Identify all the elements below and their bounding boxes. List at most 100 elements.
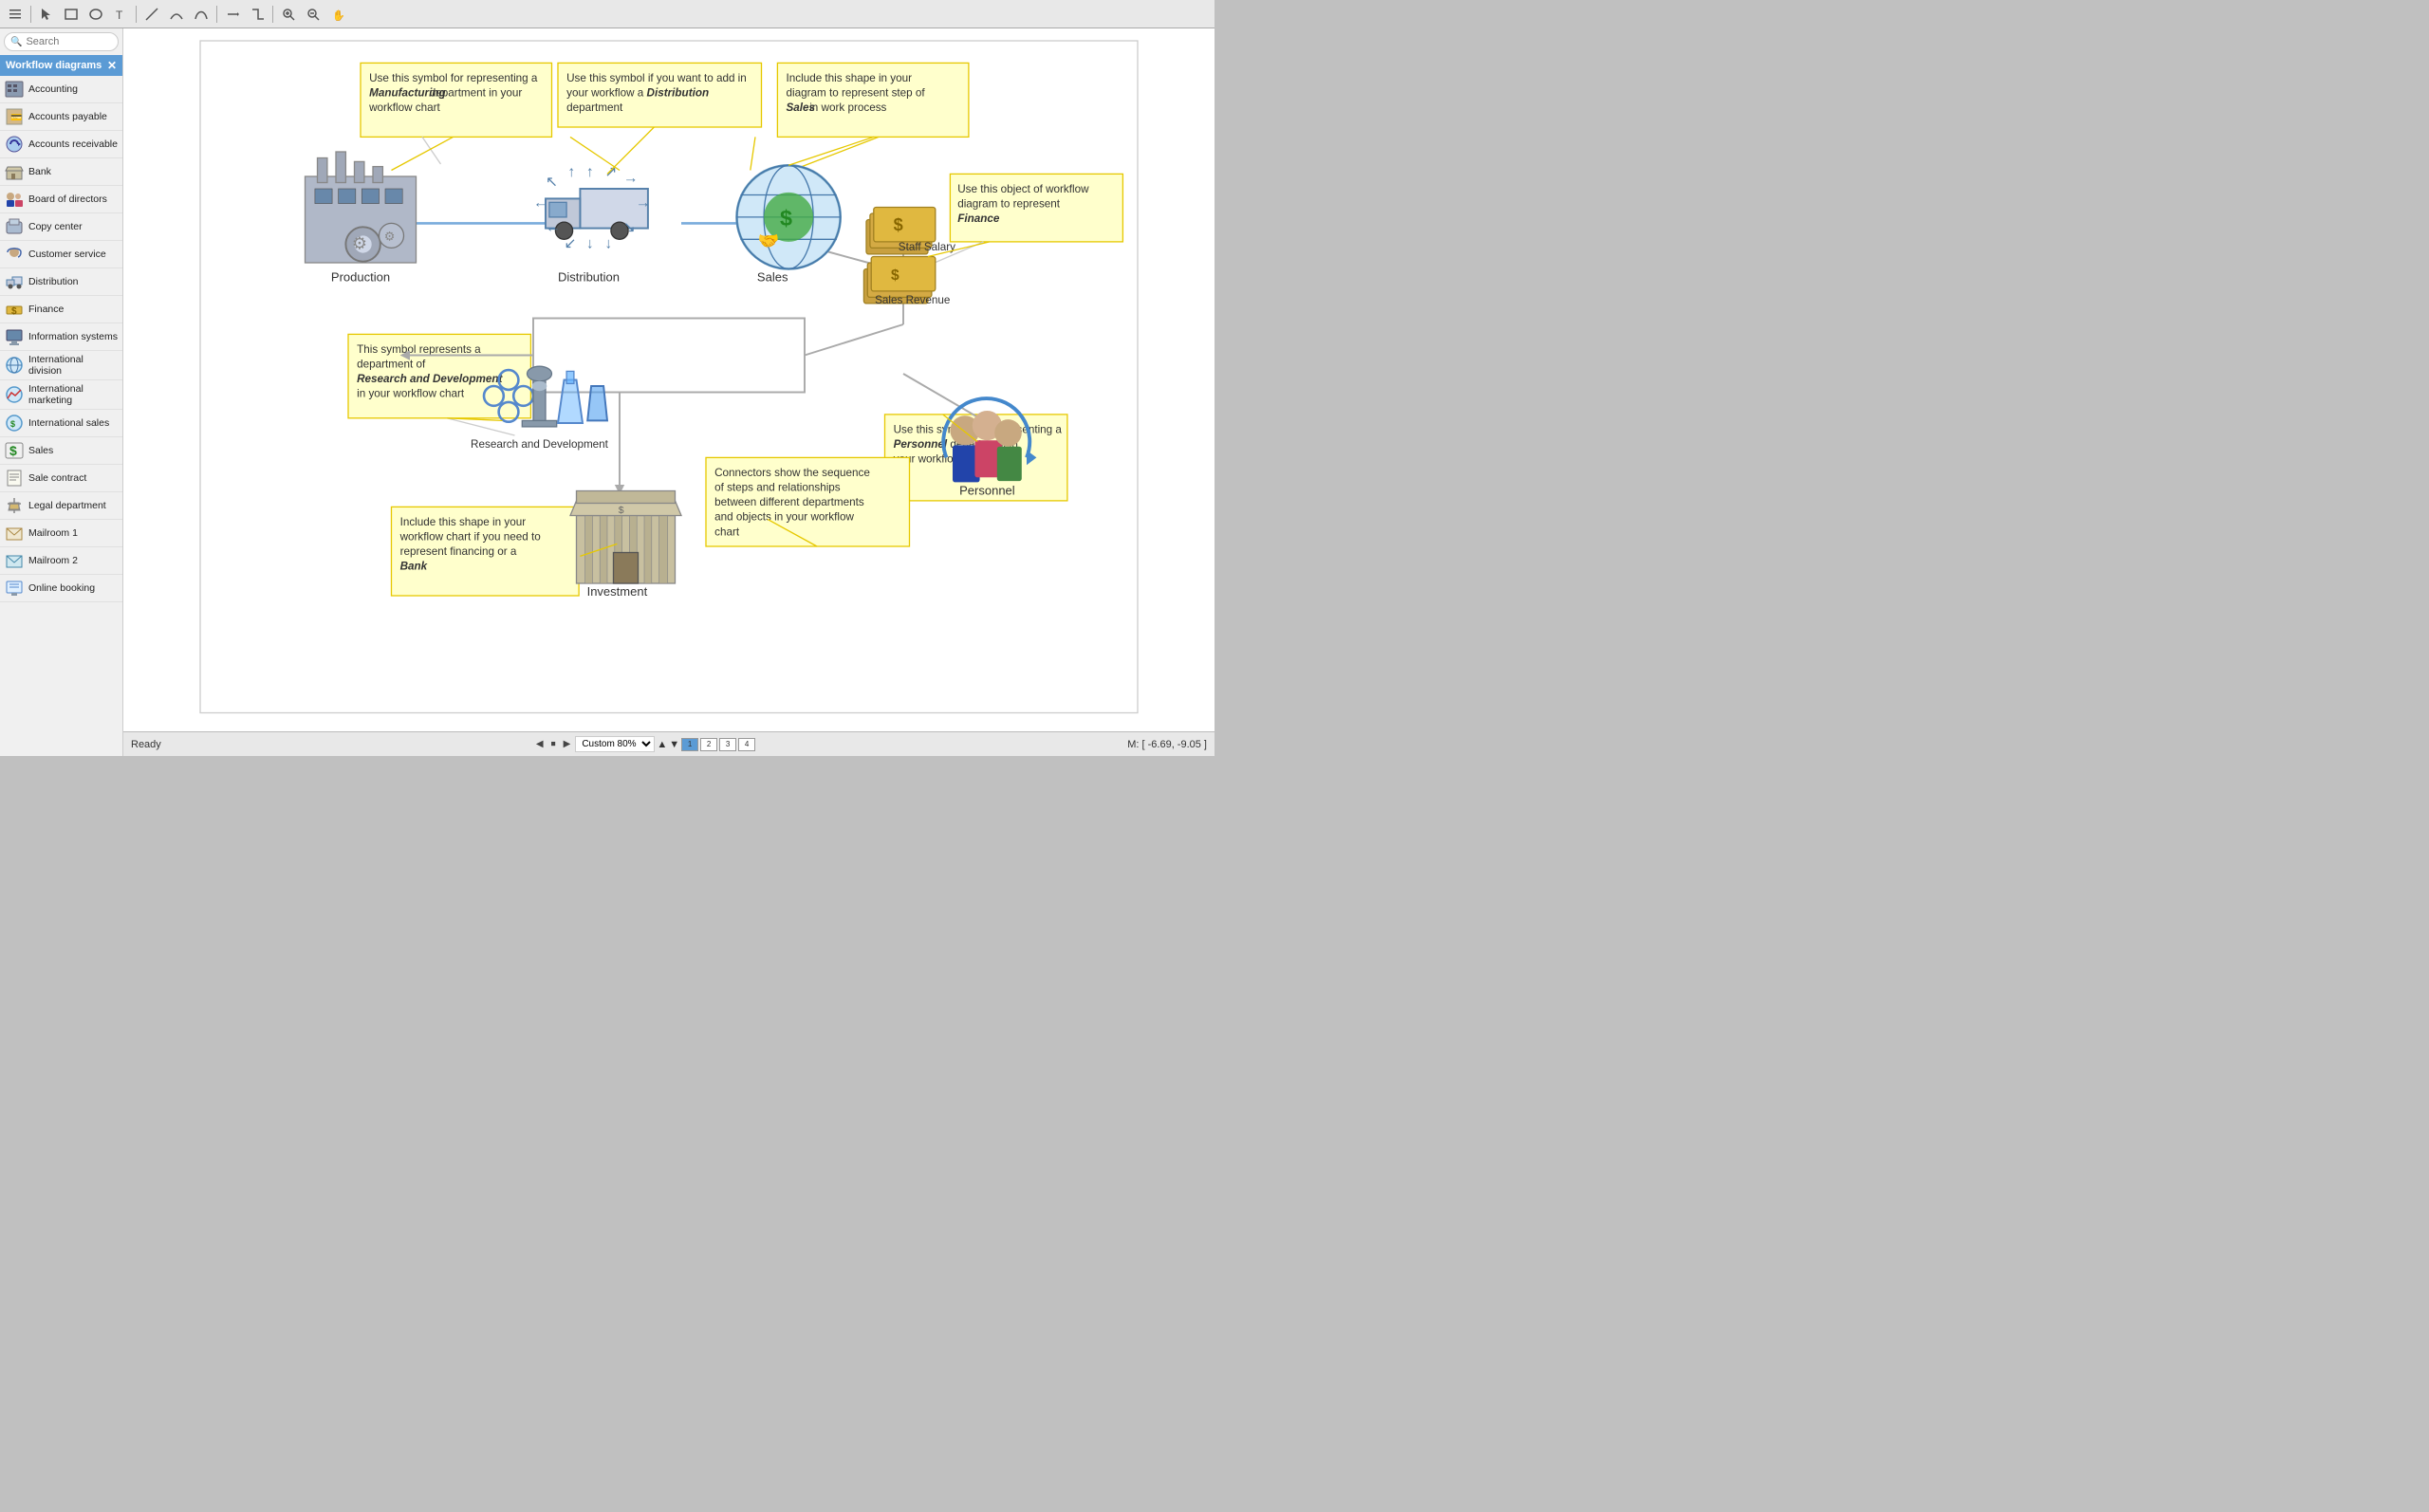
pan-tool[interactable]: ✋ <box>326 4 349 25</box>
sidebar-close-btn[interactable]: ✕ <box>107 59 117 72</box>
sidebar-item-label-8: Finance <box>28 304 64 315</box>
ellipse-tool[interactable] <box>84 4 107 25</box>
sidebar-item-label-12: International sales <box>28 417 109 429</box>
svg-text:$: $ <box>11 306 17 317</box>
zoom-up-btn[interactable]: ▲ <box>657 739 667 750</box>
sidebar-item-international-division[interactable]: International division <box>0 351 122 380</box>
svg-text:↙: ↙ <box>565 235 577 251</box>
sidebar-item-icon-14 <box>4 468 25 489</box>
svg-text:→: → <box>636 195 651 212</box>
sidebar-item-international-sales[interactable]: $International sales <box>0 410 122 437</box>
svg-text:Investment: Investment <box>587 584 648 599</box>
svg-text:$: $ <box>780 206 792 230</box>
page-1-indicator[interactable]: 1 <box>681 738 698 751</box>
sep3 <box>216 6 217 23</box>
svg-text:represent financing or a: represent financing or a <box>400 545 517 558</box>
page-2-indicator[interactable]: 2 <box>700 738 717 751</box>
line-tool[interactable] <box>140 4 163 25</box>
svg-text:Research and Development: Research and Development <box>357 373 503 385</box>
bezier-tool[interactable] <box>190 4 213 25</box>
sidebar-item-board-of-directors[interactable]: Board of directors <box>0 186 122 213</box>
sidebar-item-sales[interactable]: $Sales <box>0 437 122 465</box>
sidebar-item-sale-contract[interactable]: Sale contract <box>0 465 122 492</box>
svg-text:workflow chart if you need to: workflow chart if you need to <box>399 531 542 544</box>
sidebar-item-legal-department[interactable]: Legal department <box>0 492 122 520</box>
sidebar-item-accounting[interactable]: Accounting <box>0 76 122 103</box>
svg-text:🤝: 🤝 <box>758 231 780 250</box>
sidebar-item-mailroom-2[interactable]: Mailroom 2 <box>0 547 122 575</box>
svg-text:department of: department of <box>357 359 426 371</box>
svg-text:Personnel: Personnel <box>894 438 948 451</box>
menu-button[interactable] <box>4 4 27 25</box>
sidebar-item-label-15: Legal department <box>28 500 106 511</box>
sidebar-item-international-marketing[interactable]: International marketing <box>0 380 122 410</box>
rect-tool[interactable] <box>60 4 83 25</box>
sidebar-item-mailroom-1[interactable]: Mailroom 1 <box>0 520 122 547</box>
ready-status: Ready <box>131 739 161 750</box>
sidebar-item-icon-6 <box>4 244 25 265</box>
sidebar-item-label-10: International division <box>28 354 119 377</box>
prev-page-btn[interactable]: ◀ <box>533 739 547 749</box>
svg-text:$: $ <box>891 267 899 284</box>
sidebar-item-icon-15 <box>4 495 25 516</box>
svg-text:Distribution: Distribution <box>558 270 620 285</box>
coordinates-display: M: [ -6.69, -9.05 ] <box>1127 739 1207 750</box>
sidebar-item-customer-service[interactable]: Customer service <box>0 241 122 268</box>
sidebar-item-icon-17 <box>4 550 25 571</box>
svg-text:←: ← <box>533 195 548 212</box>
svg-text:↑: ↑ <box>567 164 575 180</box>
svg-text:in work process: in work process <box>809 101 886 114</box>
svg-text:of steps and relationships: of steps and relationships <box>714 481 841 493</box>
stop-btn[interactable]: ⏹ <box>548 739 559 749</box>
canvas-area[interactable]: Use this symbol for representing a Manuf… <box>123 28 1214 756</box>
sidebar-item-accounts-payable[interactable]: 💳Accounts payable <box>0 103 122 131</box>
svg-text:Bank: Bank <box>400 561 428 573</box>
zoom-in-btn[interactable] <box>277 4 300 25</box>
svg-text:Include this shape in your: Include this shape in your <box>787 72 913 84</box>
svg-text:⚙: ⚙ <box>352 234 367 253</box>
svg-text:Use this symbol for representi: Use this symbol for representing a <box>369 72 538 84</box>
sidebar-item-icon-11 <box>4 384 25 405</box>
sidebar-item-information-systems[interactable]: Information systems <box>0 323 122 351</box>
sidebar-item-icon-18 <box>4 578 25 599</box>
cursor-tool[interactable] <box>35 4 58 25</box>
svg-text:diagram to represent: diagram to represent <box>957 198 1061 211</box>
sidebar-item-icon-3 <box>4 161 25 182</box>
sidebar-item-label-11: International marketing <box>28 383 119 406</box>
search-input[interactable] <box>26 36 112 47</box>
sidebar-header: Workflow diagrams ✕ <box>0 55 122 76</box>
sidebar-item-icon-5 <box>4 216 25 237</box>
sidebar: 🔍 Workflow diagrams ✕ Accounting💳Account… <box>0 28 123 756</box>
sidebar-item-finance[interactable]: $ Finance <box>0 296 122 323</box>
zoom-down-btn[interactable]: ▼ <box>669 739 679 750</box>
svg-text:⚙: ⚙ <box>384 230 396 244</box>
sep4 <box>272 6 273 23</box>
sidebar-item-icon-13: $ <box>4 440 25 461</box>
zoom-out-btn[interactable] <box>302 4 324 25</box>
sidebar-item-icon-10 <box>4 355 25 376</box>
svg-text:Personnel: Personnel <box>959 483 1015 497</box>
page-3-indicator[interactable]: 3 <box>719 738 736 751</box>
canvas-content: Use this symbol for representing a Manuf… <box>123 28 1214 731</box>
connector2-tool[interactable] <box>246 4 269 25</box>
sidebar-item-copy-center[interactable]: Copy center <box>0 213 122 241</box>
page-4-indicator[interactable]: 4 <box>738 738 755 751</box>
search-box[interactable]: 🔍 <box>4 32 119 51</box>
search-icon: 🔍 <box>10 37 22 47</box>
sidebar-item-accounts-receivable[interactable]: Accounts receivable <box>0 131 122 158</box>
text-tool[interactable]: T <box>109 4 132 25</box>
sidebar-item-online-booking[interactable]: Online booking <box>0 575 122 602</box>
next-page-btn[interactable]: ▶ <box>561 739 574 749</box>
svg-text:$: $ <box>894 215 903 234</box>
zoom-selector[interactable]: Custom 80% 50% 75% 100% 125% <box>575 736 655 752</box>
sidebar-item-label-14: Sale contract <box>28 472 86 484</box>
sidebar-item-distribution[interactable]: Distribution <box>0 268 122 296</box>
sidebar-item-icon-0 <box>4 79 25 100</box>
connector-tool[interactable] <box>221 4 244 25</box>
svg-text:T: T <box>116 9 123 21</box>
sep2 <box>136 6 137 23</box>
svg-text:This symbol represents a: This symbol represents a <box>357 343 481 356</box>
svg-text:Finance: Finance <box>957 212 1000 225</box>
sidebar-item-bank[interactable]: Bank <box>0 158 122 186</box>
arc-tool[interactable] <box>165 4 188 25</box>
